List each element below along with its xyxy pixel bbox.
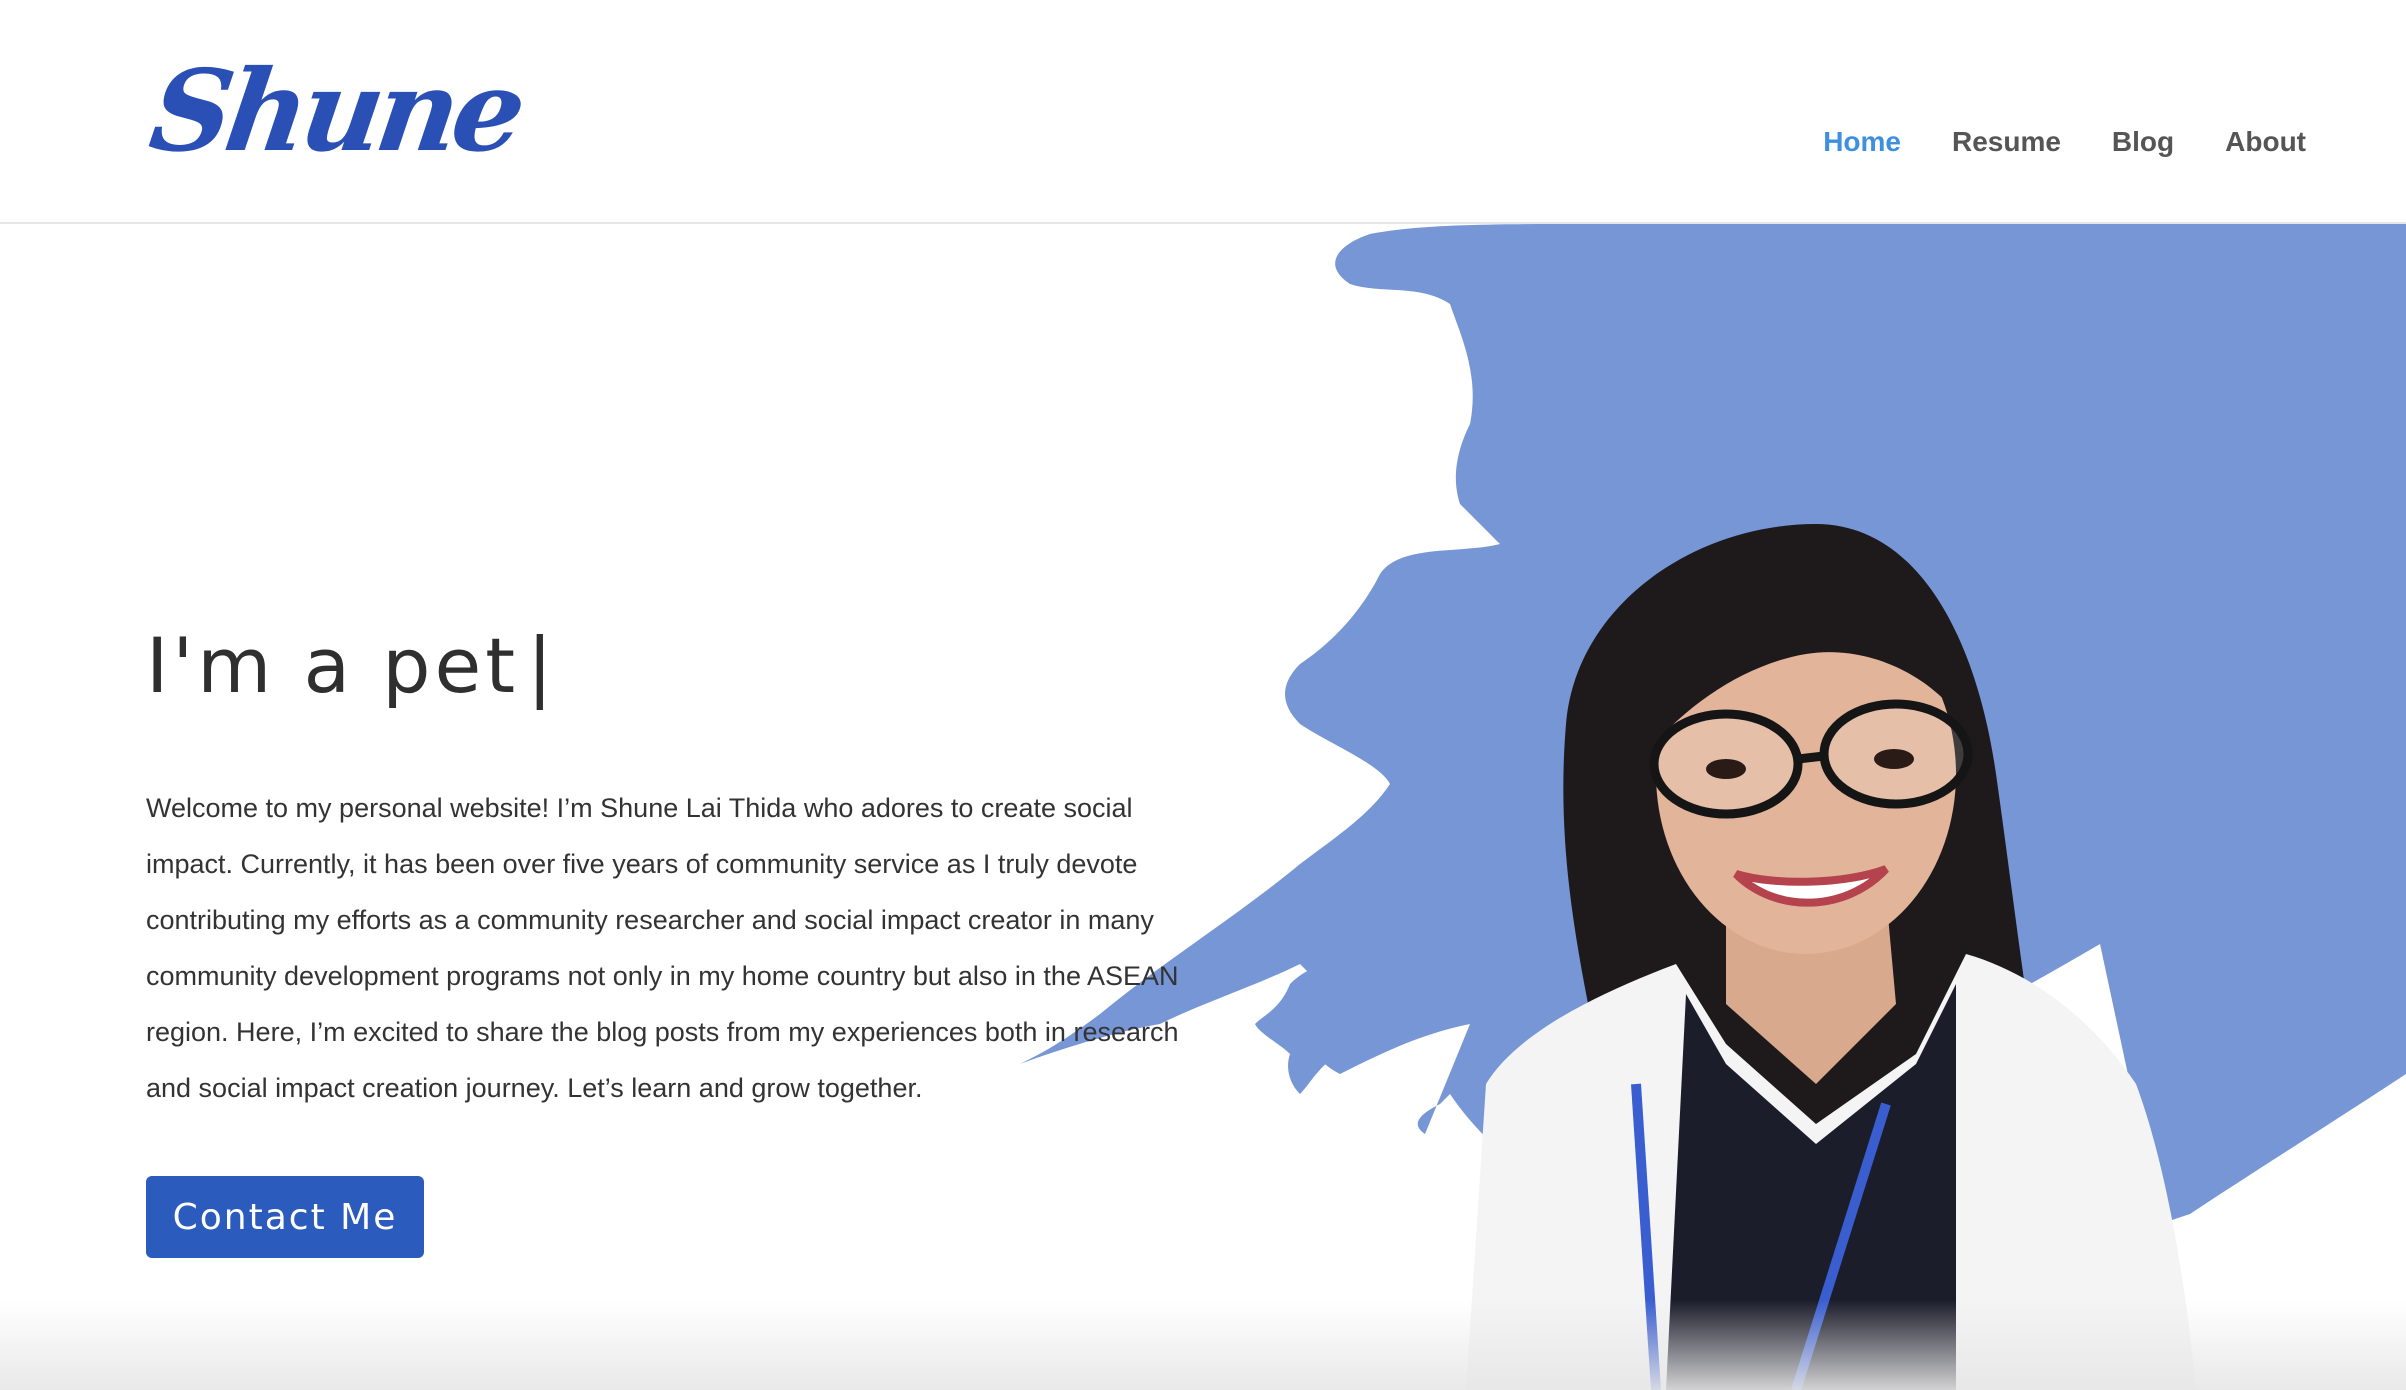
person-portrait-image	[1466, 524, 2196, 1390]
logo-wordmark: Shune	[142, 46, 528, 177]
hero-headline: I'm a pet |	[146, 616, 557, 716]
portrait-eye-right	[1874, 749, 1914, 769]
bottom-fade	[0, 1300, 2406, 1390]
nav-item-home[interactable]: Home	[1823, 122, 1901, 162]
hero-intro-text: Welcome to my personal website! I’m Shun…	[146, 793, 1179, 1103]
hero-section: I'm a pet | Welcome to my personal websit…	[0, 224, 2406, 1390]
nav-item-blog[interactable]: Blog	[2112, 122, 2174, 162]
portrait-eye-left	[1706, 759, 1746, 779]
nav-item-resume[interactable]: Resume	[1952, 122, 2061, 162]
site-logo[interactable]: Shune	[143, 46, 528, 177]
main-nav: Home Resume Blog About	[1772, 122, 2306, 162]
site-header: Shune Home Resume Blog About	[0, 0, 2406, 224]
contact-me-button[interactable]: Contact Me	[146, 1176, 424, 1258]
nav-item-about[interactable]: About	[2225, 122, 2306, 162]
hero-headline-text: I'm a pet	[146, 621, 520, 710]
typing-cursor: |	[527, 621, 557, 710]
brush-splash-small	[1255, 961, 1396, 1094]
